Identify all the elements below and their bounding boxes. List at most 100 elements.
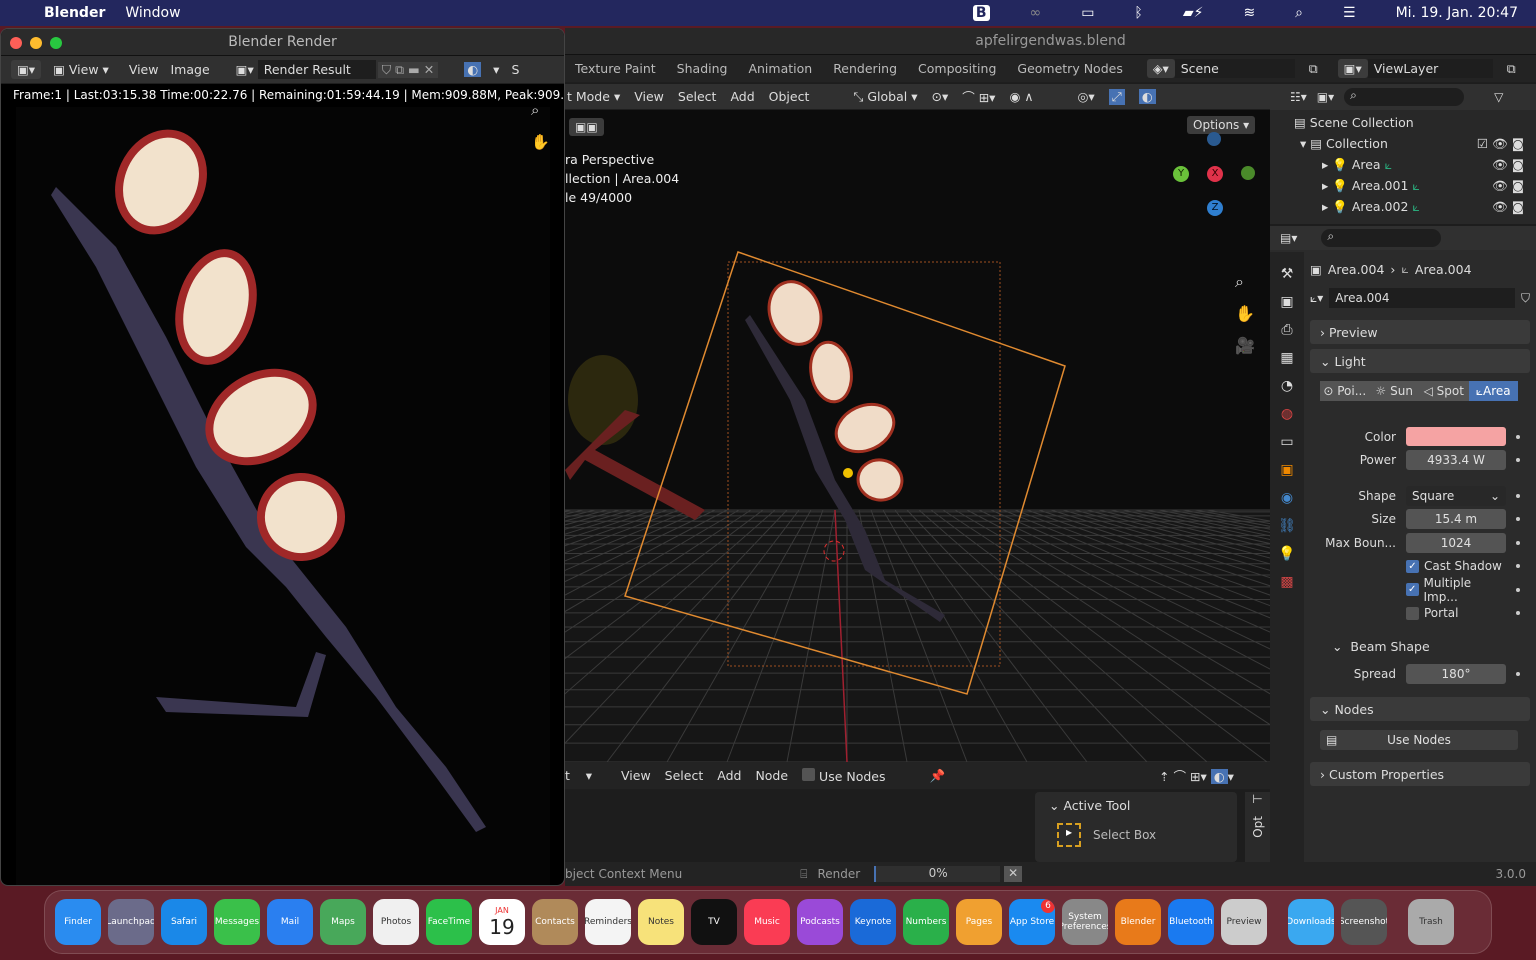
outliner-search[interactable]: ⌕ [1344,88,1465,106]
constraints-tab-icon[interactable]: ⛓ [1278,518,1296,534]
outliner-scene-collection[interactable]: ▤ Scene Collection [1270,112,1536,133]
outliner-item-area[interactable]: ▸ 💡 Area ⟀ 👁 ◙ [1270,154,1536,175]
node-menu-view[interactable]: View [621,768,651,783]
workspace-tab[interactable]: Compositing [918,61,996,76]
dock-reminders[interactable]: Reminders [585,899,631,945]
output-tab-icon[interactable]: ⎙ [1281,322,1292,338]
workspace-tab[interactable]: Shading [677,61,728,76]
spread-field[interactable]: 180° [1406,664,1506,684]
texture-tab-icon[interactable]: ▩ [1280,574,1293,590]
outliner-collection[interactable]: ▾ ▤ Collection ☑ 👁 ◙ [1270,133,1536,154]
dock-system-preferences[interactable]: System Preferences [1062,899,1108,945]
dock-safari[interactable]: Safari [161,899,207,945]
workspace-tab[interactable]: Geometry Nodes [1017,61,1122,76]
world-tab-icon[interactable]: ◍ [1281,406,1293,422]
orientation-dropdown[interactable]: ⤡ Global ▾ [853,89,917,105]
3d-viewport[interactable]: ▣▣ Options ▾ ra Perspective llection | A… [0,110,1536,763]
scene-selector-icon[interactable]: ◈▾ [1146,59,1175,78]
dock-maps[interactable]: Maps [320,899,366,945]
physics-tab-icon[interactable]: ◉ [1281,490,1293,506]
dock-tv[interactable]: TV [691,899,737,945]
window-menu[interactable]: Window [125,5,180,21]
image-browse-icon[interactable]: ▣▾ [236,62,254,77]
active-tool-header[interactable]: ⌄ Active Tool [1035,792,1237,819]
size-field[interactable]: 15.4 m [1406,509,1506,530]
keyframe-dot[interactable] [1516,493,1520,498]
workspace-tab[interactable]: Animation [748,61,812,76]
keyframe-dot[interactable] [1516,587,1520,592]
dock-notes[interactable]: Notes [638,899,684,945]
overlay-toggle-icon[interactable]: ◐ [1138,89,1156,104]
dock-trash[interactable]: Trash [1408,899,1454,945]
close-window-button[interactable] [10,37,22,49]
slot-field[interactable]: S [511,62,519,77]
pivot-icon[interactable]: ⊙▾ [931,89,948,104]
editor-type-icon[interactable]: ▣▾ [11,60,42,79]
filter-icon[interactable]: ▽ [1494,90,1503,104]
dock-contacts[interactable]: Contacts [532,899,578,945]
bluetooth-icon[interactable]: ᛒ [1134,5,1142,21]
editor-type-icon[interactable]: ▤▾ [1280,231,1297,245]
tool-tab-icon[interactable]: ⚒ [1281,266,1294,282]
snap-icon[interactable]: ⌒ ⊞▾ [962,87,995,106]
outliner-item-area-001[interactable]: ▸ 💡 Area.001 ⟀ 👁 ◙ [1270,175,1536,196]
custom-properties-header[interactable]: › Custom Properties [1310,762,1530,786]
dock-pages[interactable]: Pages [956,899,1002,945]
shape-dropdown[interactable]: Square ⌄ [1406,485,1506,506]
bbedit-icon[interactable]: B [972,5,990,21]
options-button[interactable]: Options ▾ [1187,116,1256,134]
cancel-render-button[interactable]: ✕ [1004,866,1023,882]
navigation-gizmo[interactable]: X Y Z [1165,132,1255,240]
light-panel-header[interactable]: ⌄ Light [1310,349,1530,373]
light-type-point[interactable]: ⊙ Poi... [1320,381,1370,401]
dock-messages[interactable]: Messages [214,899,260,945]
menu-select[interactable]: Select [678,89,717,104]
multiple-importance-checkbox[interactable]: ✓ Multiple Imp... [1406,576,1506,604]
overlay-toggle-icon[interactable]: ◐ [464,62,482,77]
dock-calendar[interactable]: JAN 19 [479,899,525,945]
node-menu-select[interactable]: Select [665,768,704,783]
object-tab-icon[interactable]: ▣ [1280,462,1293,478]
pan-hand-icon[interactable]: ✋ [1235,304,1255,323]
menu-image[interactable]: Image [170,62,209,77]
dock-photos[interactable]: Photos [373,899,419,945]
app-menu[interactable]: Blender [44,5,105,21]
gizmo-z-axis[interactable]: Z [1207,200,1223,216]
scene-tab-icon[interactable]: ◔ [1281,378,1293,394]
light-data-tab-icon[interactable]: 💡 [1278,546,1295,562]
render-result-image[interactable] [16,107,550,886]
datablock-field[interactable]: Area.004 [1329,288,1515,308]
outliner-item-area-002[interactable]: ▸ 💡 Area.002 ⟀ 👁 ◙ [1270,196,1536,217]
dock-facetime[interactable]: FaceTime [426,899,472,945]
dock-numbers[interactable]: Numbers [903,899,949,945]
creative-cloud-icon[interactable]: ∞ [1030,5,1042,21]
dock-podcasts[interactable]: Podcasts [797,899,843,945]
sidebar-tab-options[interactable]: Opt [1251,816,1265,838]
viewlayer-icon[interactable]: ▣▾ [1337,59,1368,78]
collection-tab-icon[interactable]: ▭ [1280,434,1293,450]
dock-finder[interactable]: Finder [55,899,101,945]
keyframe-dot[interactable] [1516,434,1520,439]
dock-app-store[interactable]: App Store 6 [1009,899,1055,945]
new-scene-icon[interactable]: ⧉ [1309,61,1318,77]
workspace-tab[interactable]: Texture Paint [575,61,656,76]
control-center-icon[interactable]: ☰ [1343,5,1356,21]
dock-launchpad[interactable]: Launchpad [108,899,154,945]
node-menu-node[interactable]: Node [755,768,788,783]
image-actions[interactable]: ⛉ ⧉ ▬ ✕ [377,61,439,78]
gizmo-neg-z[interactable] [1207,132,1221,146]
keyframe-dot[interactable] [1516,517,1520,522]
dock-mail[interactable]: Mail [267,899,313,945]
mode-dropdown[interactable]: t Mode [567,89,610,104]
power-field[interactable]: 4933.4 W [1406,450,1506,471]
camera-view-icon[interactable]: 🎥 [1235,336,1255,355]
zoom-window-button[interactable] [50,37,62,49]
menu-view[interactable]: View [634,89,664,104]
dock-downloads[interactable]: Downloads [1288,899,1334,945]
pan-hand-icon[interactable]: ✋ [531,133,550,151]
filter-scene-icon[interactable]: ▣▾ [1317,90,1334,104]
gizmo-toggle-icon[interactable]: ⤢ [1108,88,1125,105]
dock-blender[interactable]: Blender [1115,899,1161,945]
keyframe-dot[interactable] [1516,458,1520,463]
minimize-window-button[interactable] [30,37,42,49]
